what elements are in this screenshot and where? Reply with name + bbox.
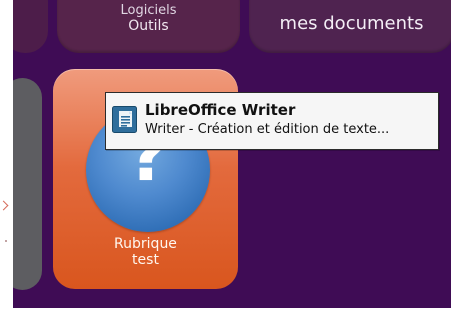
left-margin xyxy=(0,0,13,325)
tile-mes-documents-label: mes documents xyxy=(279,13,424,34)
tile-rubrique-label-line2: test xyxy=(132,252,159,268)
tile-logiciels-label-line1: Logiciels xyxy=(120,3,177,18)
tile-logiciels-outils[interactable]: Logiciels Outils xyxy=(57,0,240,53)
tooltip-description: Writer - Création et édition de texte... xyxy=(145,122,390,137)
arrow-icon xyxy=(0,200,9,211)
tile-logiciels-label-line2: Outils xyxy=(128,18,169,34)
tooltip-title: LibreOffice Writer xyxy=(145,101,296,119)
tile-partial-left-middle[interactable] xyxy=(13,78,42,290)
document-icon xyxy=(112,106,137,133)
tile-partial-top-left[interactable] xyxy=(13,0,48,53)
tile-rubrique-label-line1: Rubrique xyxy=(114,236,177,252)
desktop-area: Logiciels Outils mes documents ? Rubriqu… xyxy=(13,0,451,308)
libreoffice-writer-tooltip: LibreOffice Writer Writer - Création et … xyxy=(105,92,439,150)
dot-icon xyxy=(5,240,7,242)
tile-mes-documents[interactable]: mes documents xyxy=(249,0,451,53)
